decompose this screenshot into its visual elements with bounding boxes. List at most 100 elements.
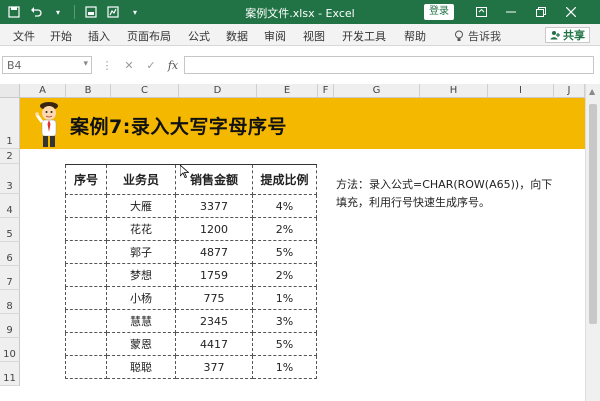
customize-qat-button[interactable]: ▾ [125,3,145,21]
cell-index[interactable] [65,286,107,310]
header-cell-commission-rate[interactable]: 提成比例 [252,164,317,195]
row-header-1[interactable]: 1 [0,98,20,149]
cell-salesperson[interactable]: 花花 [106,217,176,241]
cell-commission-rate[interactable]: 1% [252,355,317,379]
row-header-7[interactable]: 7 [0,266,20,290]
cell-salesperson[interactable]: 聪聪 [106,355,176,379]
lightbulb-icon [455,30,463,41]
cell-salesperson[interactable]: 慧慧 [106,309,176,333]
row-header-8[interactable]: 8 [0,290,20,314]
tab-developer[interactable]: 开发工具 [342,28,386,44]
row-header-9[interactable]: 9 [0,314,20,338]
column-header-f[interactable]: F [318,84,334,98]
undo-dropdown[interactable]: ▾ [48,3,68,21]
tab-formulas[interactable]: 公式 [188,28,210,44]
formula-input[interactable] [184,56,594,74]
mouse-pointer-icon [179,164,190,181]
select-all-corner[interactable] [0,84,20,98]
undo-button[interactable] [26,3,46,21]
chart-icon [107,6,119,18]
column-header-h[interactable]: H [420,84,488,98]
cell-sales-amount[interactable]: 4417 [175,332,253,356]
cell-salesperson[interactable]: 蒙恩 [106,332,176,356]
cell-index[interactable] [65,263,107,287]
cell-sales-amount[interactable]: 1200 [175,217,253,241]
row-header-4[interactable]: 4 [0,194,20,218]
confirm-entry-icon[interactable]: ✓ [140,59,162,72]
cell-commission-rate[interactable]: 5% [252,332,317,356]
form-button[interactable] [81,3,101,21]
header-cell-salesperson[interactable]: 业务员 [106,164,176,195]
tab-help[interactable]: 帮助 [404,28,426,44]
column-header-i[interactable]: I [488,84,554,98]
row-header-5[interactable]: 5 [0,218,20,242]
cell-salesperson[interactable]: 小杨 [106,286,176,310]
cell-salesperson[interactable]: 大雁 [106,194,176,218]
tab-page-layout[interactable]: 页面布局 [127,28,171,44]
table-row: 花花 1200 2% [65,217,317,241]
cell-index[interactable] [65,309,107,333]
close-icon [566,7,576,17]
cell-commission-rate[interactable]: 2% [252,263,317,287]
cell-commission-rate[interactable]: 2% [252,217,317,241]
cell-index[interactable] [65,194,107,218]
scroll-up-icon[interactable]: ▲ [589,87,595,96]
cell-index[interactable] [65,355,107,379]
minimize-button[interactable] [496,3,526,21]
cell-commission-rate[interactable]: 3% [252,309,317,333]
tell-me-search[interactable]: 告诉我 [454,28,501,44]
header-cell-index[interactable]: 序号 [65,164,107,195]
more-options-icon: ⋮ [101,58,113,72]
chart-button[interactable] [103,3,123,21]
row-header-11[interactable]: 11 [0,362,20,386]
column-header-j[interactable]: J [554,84,585,98]
scrollbar-thumb[interactable] [589,104,597,324]
save-button[interactable] [4,3,24,21]
tab-file[interactable]: 文件 [13,28,35,44]
tell-me-label: 告诉我 [468,30,501,43]
cell-sales-amount[interactable]: 775 [175,286,253,310]
column-header-g[interactable]: G [334,84,420,98]
vertical-scrollbar[interactable]: ▲ [585,84,600,401]
worksheet-grid[interactable]: 案例7:录入大写字母序号 序号 业务员 销售金额 提成比例 大雁 3377 4% 花花… [20,98,585,401]
row-header-6[interactable]: 6 [0,242,20,266]
cell-commission-rate[interactable]: 4% [252,194,317,218]
column-header-d[interactable]: D [179,84,257,98]
column-header-c[interactable]: C [111,84,179,98]
row-header-10[interactable]: 10 [0,338,20,362]
cell-sales-amount[interactable]: 4877 [175,240,253,264]
column-header-e[interactable]: E [257,84,318,98]
cell-index[interactable] [65,240,107,264]
cell-salesperson[interactable]: 郭子 [106,240,176,264]
cancel-entry-icon[interactable]: ✕ [118,59,140,72]
row-header-3[interactable]: 3 [0,164,20,194]
cell-commission-rate[interactable]: 5% [252,240,317,264]
cell-sales-amount[interactable]: 377 [175,355,253,379]
tab-review[interactable]: 审阅 [264,28,286,44]
cell-sales-amount[interactable]: 3377 [175,194,253,218]
cell-salesperson[interactable]: 梦想 [106,263,176,287]
cell-sales-amount[interactable]: 1759 [175,263,253,287]
restore-icon [536,7,546,17]
login-button[interactable]: 登录 [424,4,454,20]
close-button[interactable] [556,3,586,21]
name-box[interactable]: B4 ▾ [2,56,92,74]
ribbon-display-button[interactable] [466,3,496,21]
cell-commission-rate[interactable]: 1% [252,286,317,310]
tab-home[interactable]: 开始 [50,28,72,44]
restore-button[interactable] [526,3,556,21]
column-header-a[interactable]: A [20,84,66,98]
tab-data[interactable]: 数据 [226,28,248,44]
cell-sales-amount[interactable]: 2345 [175,309,253,333]
column-header-b[interactable]: B [66,84,111,98]
insert-function-icon[interactable]: fx [162,59,184,72]
share-button[interactable]: 共享 [545,27,590,43]
mascot-illustration [35,102,58,147]
tab-insert[interactable]: 插入 [88,28,110,44]
ribbon-display-icon [475,7,487,17]
row-header-2[interactable]: 2 [0,149,20,164]
cell-index[interactable] [65,217,107,241]
cell-index[interactable] [65,332,107,356]
table-row: 慧慧 2345 3% [65,309,317,333]
tab-view[interactable]: 视图 [303,28,325,44]
